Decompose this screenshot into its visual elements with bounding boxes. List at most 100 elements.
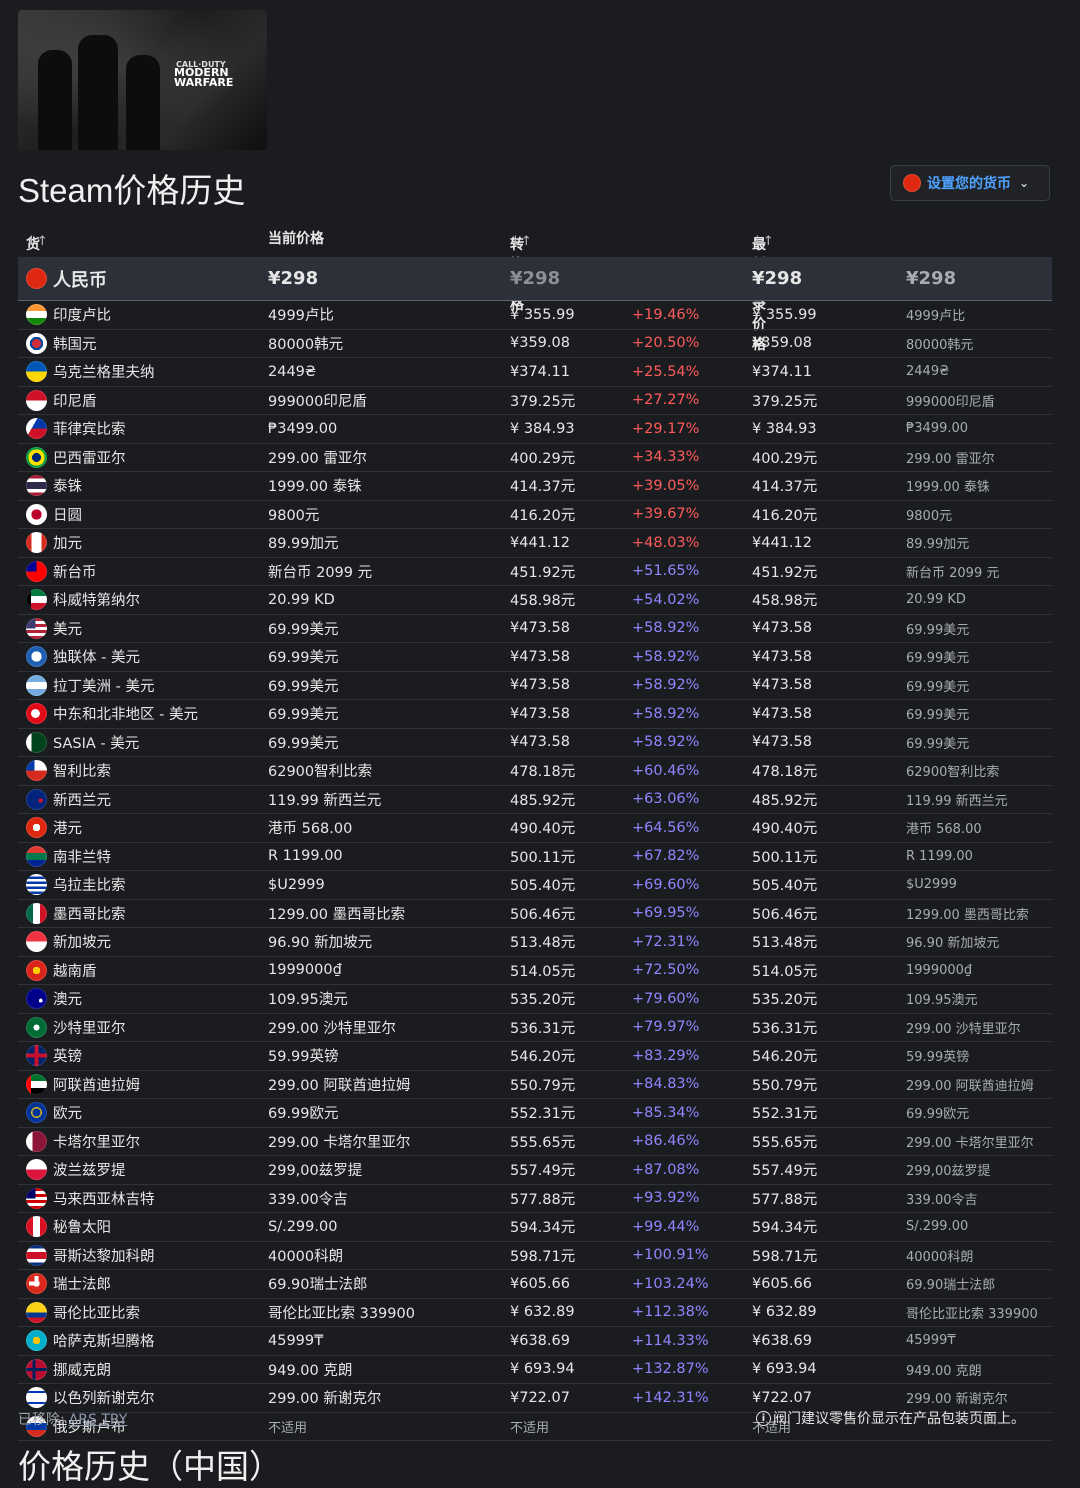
flag-icon [26,1216,47,1238]
current-price-cell: 62900智利比索 [268,764,373,781]
current-price-cell: 80000韩元 [268,336,344,353]
table-row: 南非兰特 R 1199.00 500.11元 +67.82% 500.11元 R 1199… [18,843,1052,871]
table-row: 印尼盾 999000印尼盾 379.25元 +27.27% 379.25元 999000印… [18,387,1052,415]
flag-icon [26,332,47,354]
price-difference-cell: +19.46% [632,306,700,323]
currency-name-cell: 乌克兰格里夫纳 [26,358,155,386]
currency-name-cell: 瑞士法郎 [26,1270,111,1298]
price-difference-cell: +58.92% [632,705,700,722]
converted-price-cell: ¥ 355.99 [510,306,575,323]
currency-name-cell: 智利比索 [26,757,111,785]
lowest-price-cell: ¥605.66 [752,1275,812,1292]
current-price-cell: ₱3499.00 [268,420,338,437]
converted-price-cell: 505.40元 [510,878,576,895]
table-row: 瑞士法郎 69.90瑞士法郎 ¥605.66 +103.24% ¥605.66 69.90… [18,1270,1052,1299]
lowest-original-cell: 1299.00 墨西哥比索 [906,907,1029,923]
current-price-cell: 40000科朗 [268,1248,344,1265]
converted-price-cell: 552.31元 [510,1106,576,1123]
lowest-price-cell: ¥ 355.99 [752,306,817,323]
current-price-cell: 1999000₫ [268,962,342,979]
price-difference-cell: +114.33% [632,1332,709,1349]
flag-icon [26,1358,47,1380]
current-price-cell: 不适用 [268,1420,308,1436]
current-price-cell: 299.00 卡塔尔里亚尔 [268,1134,411,1151]
current-price-cell: 69.99美元 [268,650,339,667]
price-table: 人民币 ¥298 ¥298 ¥298 ¥298 印度卢比 4999卢比 ¥ 355.… [18,257,1052,1441]
converted-price-cell: ¥605.66 [510,1275,570,1292]
table-row: 秘鲁太阳 S/.299.00 594.34元 +99.44% 594.34元 S/.299… [18,1213,1052,1242]
lowest-original-cell: $U2999 [906,877,957,893]
current-price-cell: 69.99欧元 [268,1106,339,1123]
price-difference-cell: +112.38% [632,1304,709,1321]
current-price-cell: 299.00 雷亚尔 [268,450,367,467]
lowest-price-cell: 451.92元 [752,564,818,581]
removed-currencies-link[interactable]: ARS TRY [69,1412,128,1428]
lowest-original-cell: R 1199.00 [906,848,973,864]
current-price-cell: $U2999 [268,876,325,893]
flag-icon [26,475,47,497]
current-price-cell: 9800元 [268,507,320,524]
converted-price-cell: 506.46元 [510,906,576,923]
lowest-original-cell: 109.95澳元 [906,993,978,1009]
currency-name-cell: 哈萨克斯坦腾格 [26,1327,155,1355]
converted-price-cell: 535.20元 [510,992,576,1009]
lowest-original-cell: 69.99美元 [906,622,970,638]
current-price-cell: 949.00 克朗 [268,1362,353,1379]
lowest-original-cell: 69.99美元 [906,708,970,724]
converted-price-cell: ¥473.58 [510,734,570,751]
converted-price-cell: ¥ 384.93 [510,420,575,437]
lowest-original-cell: 新台币 2099 元 [906,565,1000,581]
current-price-cell: 59.99英镑 [268,1049,339,1066]
table-row: 独联体 - 美元 69.99美元 ¥473.58 +58.92% ¥473.58 69.9… [18,643,1052,672]
lowest-price-cell: 536.31元 [752,1020,818,1037]
table-row: 日圆 9800元 416.20元 +39.67% 416.20元 9800元 [18,501,1052,529]
lowest-price-cell: 505.40元 [752,878,818,895]
set-currency-button[interactable]: 设置您的货币 ⌄ [890,165,1050,201]
lowest-original-cell: 89.99加元 [906,537,970,553]
lowest-original-cell: S/.299.00 [906,1219,969,1235]
currency-name-cell: 日圆 [26,501,82,529]
table-row: 哥斯达黎加科朗 40000科朗 598.71元 +100.91% 598.71元 4000… [18,1242,1052,1270]
price-difference-cell: +87.08% [632,1161,700,1178]
table-row: 新西兰元 119.99 新西兰元 485.92元 +63.06% 485.92元 119.… [18,786,1052,814]
flag-icon [26,1330,47,1352]
converted-price-cell: 485.92元 [510,792,576,809]
table-row: 港元 港币 568.00 490.40元 +64.56% 490.40元 港币 568.0… [18,814,1052,843]
lowest-price-cell: 598.71元 [752,1248,818,1265]
flag-icon [26,646,47,668]
converted-price-cell: 414.37元 [510,479,576,496]
current-price-cell: 新台币 2099 元 [268,564,373,581]
lowest-price-cell: ¥638.69 [752,1332,812,1349]
flag-icon [26,361,47,383]
removed-currencies: 已移除: ARS TRY [18,1412,128,1428]
lowest-price-cell: 379.25元 [752,393,818,410]
price-difference-cell: +58.92% [632,734,700,751]
price-difference-cell: +79.97% [632,1019,700,1036]
converted-price-cell: ¥638.69 [510,1332,570,1349]
lowest-original-cell: 949.00 克朗 [906,1363,982,1379]
converted-price-cell: ¥ 693.94 [510,1361,575,1378]
lowest-price-cell: 458.98元 [752,593,818,610]
current-price-cell: 4999卢比 [268,308,334,325]
current-price-cell: 69.99美元 [268,707,339,724]
info-icon: i [756,1410,771,1426]
flag-icon [26,503,47,525]
lowest-original-cell: 299,00兹罗提 [906,1164,991,1180]
lowest-price-cell: ¥473.58 [752,677,812,694]
price-difference-cell: +63.06% [632,791,700,808]
flag-icon [26,817,47,839]
converted-price-cell: ¥298 [510,268,561,289]
converted-price-cell: ¥441.12 [510,534,570,551]
lowest-original-cell: 45999₸ [906,1333,956,1349]
table-row: 卡塔尔里亚尔 299.00 卡塔尔里亚尔 555.65元 +86.46% 555.65元… [18,1128,1052,1156]
converted-price-cell: 598.71元 [510,1248,576,1265]
currency-name-cell: 英镑 [26,1042,82,1070]
currency-name-cell: SASIA - 美元 [26,729,139,757]
price-difference-cell: +99.44% [632,1218,700,1235]
currency-name-cell: 韩国元 [26,330,97,358]
flag-icon [26,304,47,326]
flag-icon [26,1387,47,1409]
current-price-cell: 69.99美元 [268,621,339,638]
lowest-original-cell: 4999卢比 [906,309,966,325]
currency-name-cell: 墨西哥比索 [26,900,126,928]
